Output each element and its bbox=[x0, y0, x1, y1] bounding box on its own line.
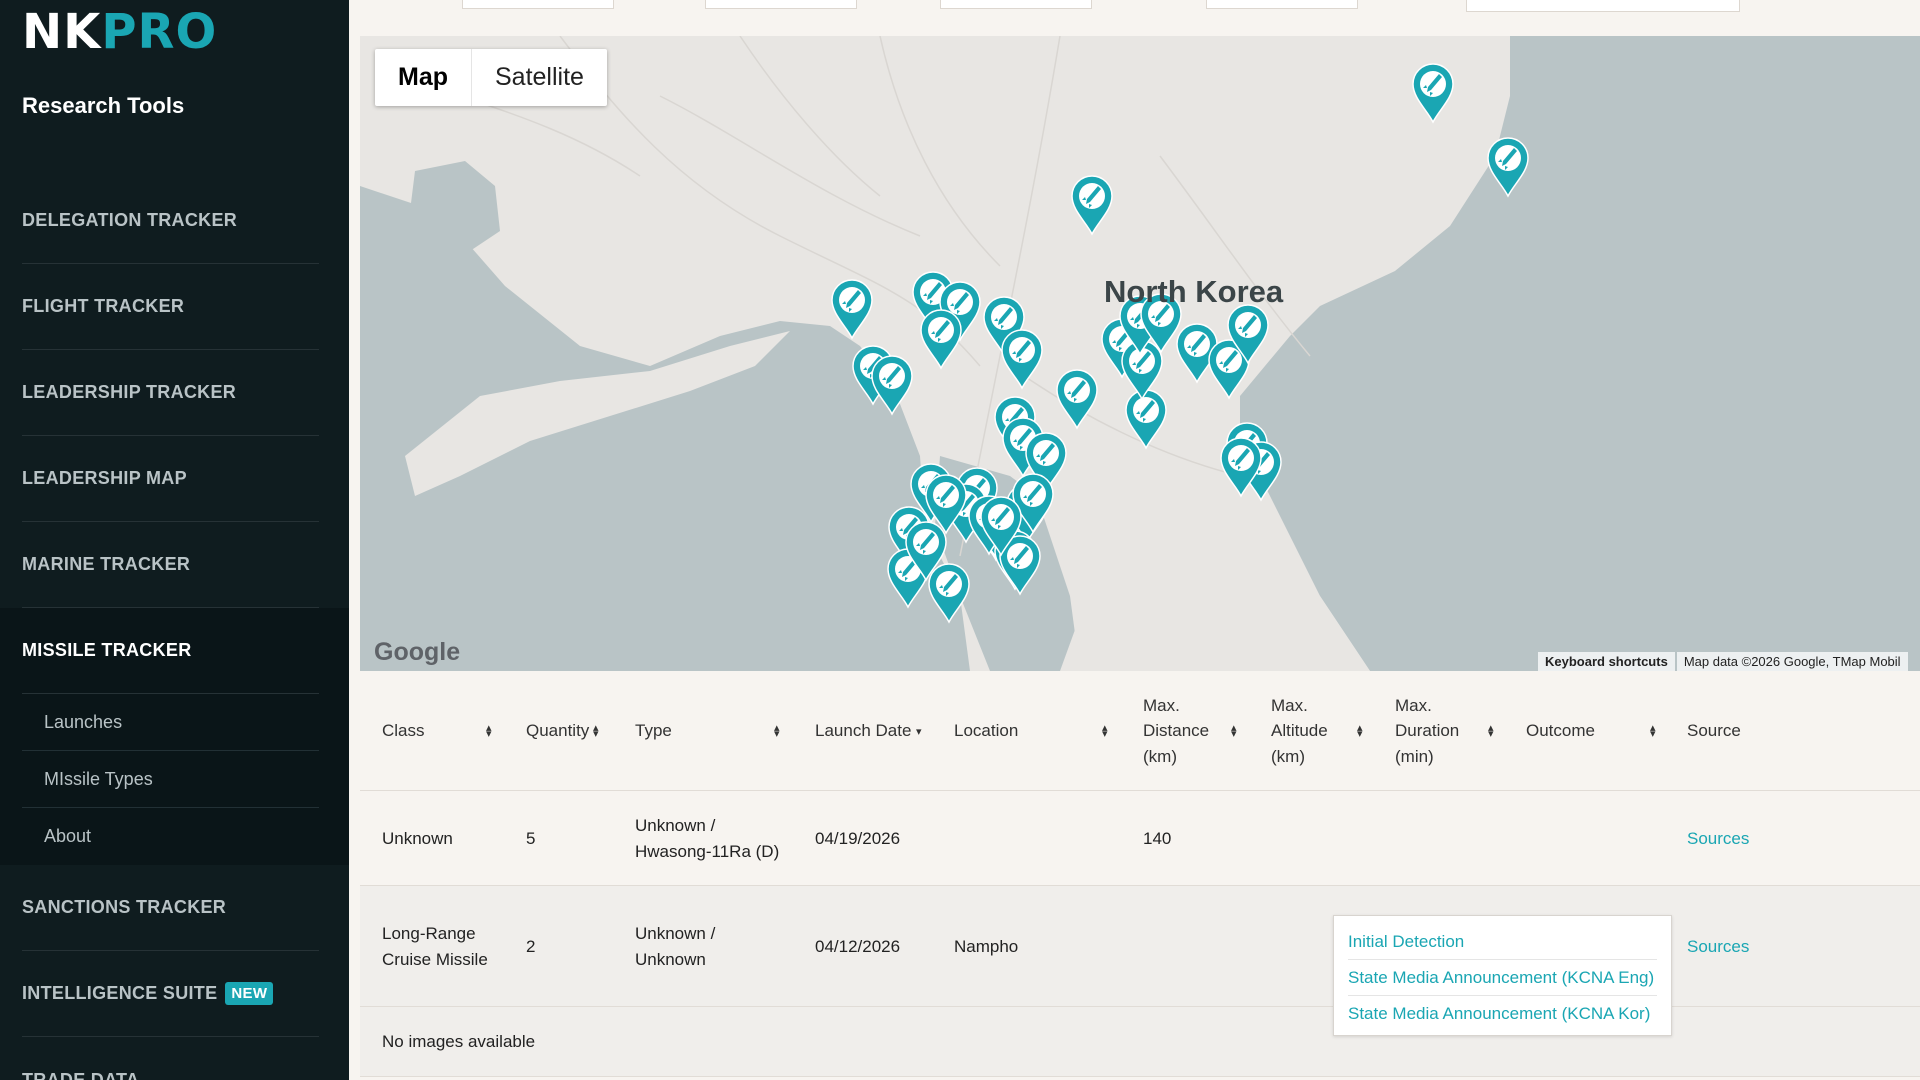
map-type-toggle: Map Satellite bbox=[375, 49, 607, 106]
sort-icon[interactable]: ▴ ▾ bbox=[1231, 723, 1237, 740]
missile-launch-marker[interactable] bbox=[928, 563, 970, 624]
sidebar-submenu: Launches MIssile Types About bbox=[22, 694, 319, 865]
sidebar-subitem-about[interactable]: About bbox=[22, 808, 319, 865]
cell-type: Unknown / Unknown bbox=[635, 924, 716, 969]
missile-launch-marker[interactable] bbox=[831, 279, 873, 340]
table-header: Class ▴ ▾ Quantity ▴ ▾ Type ▴ ▾ Launch Date ▾ L… bbox=[360, 671, 1920, 791]
column-header-type[interactable]: Type ▴ ▾ bbox=[635, 671, 785, 791]
sources-popup: Initial Detection State Media Announceme… bbox=[1333, 915, 1672, 1036]
sidebar-item-missile-tracker[interactable]: MISSILE TRACKER bbox=[22, 608, 319, 694]
sort-icon[interactable]: ▴ ▾ bbox=[593, 723, 599, 740]
missile-launch-marker[interactable] bbox=[920, 309, 962, 370]
launches-table: Class ▴ ▾ Quantity ▴ ▾ Type ▴ ▾ Launch Date ▾ L… bbox=[360, 671, 1920, 1077]
missile-launch-marker[interactable] bbox=[1412, 63, 1454, 124]
column-header-class[interactable]: Class ▴ ▾ bbox=[382, 671, 492, 791]
filter-box[interactable] bbox=[1206, 0, 1358, 9]
column-header-max-duration[interactable]: Max. Duration (min) ▴ ▾ bbox=[1395, 671, 1494, 791]
sidebar-subitem-missile-types[interactable]: MIssile Types bbox=[22, 751, 319, 808]
cell-quantity: 5 bbox=[526, 828, 536, 848]
sidebar-item-marine-tracker[interactable]: MARINE TRACKER bbox=[22, 522, 319, 608]
sidebar-item-intelligence-suite[interactable]: INTELLIGENCE SUITE NEW bbox=[22, 951, 319, 1037]
column-header-launch-date[interactable]: Launch Date ▾ bbox=[815, 671, 930, 791]
source-link-kcna-eng[interactable]: State Media Announcement (KCNA Eng) bbox=[1348, 960, 1657, 996]
filter-box[interactable] bbox=[705, 0, 857, 9]
map-data-credit: Map data ©2026 Google, TMap Mobil bbox=[1676, 652, 1908, 671]
missile-launch-marker[interactable] bbox=[1487, 137, 1529, 198]
source-link-kcna-kor[interactable]: State Media Announcement (KCNA Kor) bbox=[1348, 996, 1657, 1032]
new-badge: NEW bbox=[225, 982, 274, 1005]
column-header-quantity[interactable]: Quantity ▴ ▾ bbox=[526, 671, 616, 791]
sidebar-subtitle: Research Tools bbox=[22, 93, 185, 118]
missile-launch-marker[interactable] bbox=[871, 355, 913, 416]
nkpro-logo[interactable]: NKPRO bbox=[22, 8, 217, 56]
cell-location: Nampho bbox=[954, 936, 1019, 956]
missile-launch-marker[interactable] bbox=[1125, 389, 1167, 450]
missile-launch-marker[interactable] bbox=[1056, 369, 1098, 430]
source-link-initial-detection[interactable]: Initial Detection bbox=[1348, 924, 1657, 960]
table-row[interactable]: Unknown 5 Unknown / Hwasong-11Ra (D) 04/… bbox=[360, 791, 1920, 886]
cell-launch-date: 04/19/2026 bbox=[815, 828, 901, 848]
cell-max-distance: 140 bbox=[1143, 828, 1172, 848]
sources-link[interactable]: Sources bbox=[1687, 886, 1749, 1007]
sidebar-item-label: INTELLIGENCE SUITE bbox=[22, 983, 218, 1003]
column-header-max-altitude[interactable]: Max. Altitude (km) ▴ ▾ bbox=[1271, 671, 1363, 791]
sidebar-item-trade-data[interactable]: TRADE DATA bbox=[22, 1037, 319, 1080]
missile-markers bbox=[831, 63, 1529, 624]
map-attribution: Keyboard shortcuts Map data ©2026 Google… bbox=[1538, 652, 1908, 671]
table-row[interactable]: Long-Range Cruise Missile 2 Unknown / Un… bbox=[360, 886, 1920, 1007]
cell-class: Long-Range Cruise Missile bbox=[382, 924, 488, 969]
column-header-max-distance[interactable]: Max. Distance (km) ▴ ▾ bbox=[1143, 671, 1237, 791]
sort-icon[interactable]: ▴ ▾ bbox=[1488, 723, 1494, 740]
sidebar-item-delegation-tracker[interactable]: DELEGATION TRACKER bbox=[22, 178, 319, 264]
sidebar-item-leadership-map[interactable]: LEADERSHIP MAP bbox=[22, 436, 319, 522]
country-label: North Korea bbox=[1104, 274, 1284, 309]
launch-map[interactable]: Map Satellite North Korea Google Keyboar… bbox=[360, 36, 1920, 671]
sources-link[interactable]: Sources bbox=[1687, 791, 1749, 886]
missile-launch-marker[interactable] bbox=[1071, 175, 1113, 236]
map-type-satellite-button[interactable]: Satellite bbox=[472, 49, 607, 106]
cell-quantity: 2 bbox=[526, 936, 536, 956]
filter-bar bbox=[349, 0, 1920, 36]
map-type-map-button[interactable]: Map bbox=[375, 49, 472, 106]
keyboard-shortcuts-link[interactable]: Keyboard shortcuts bbox=[1538, 652, 1675, 671]
sidebar-item-leadership-tracker[interactable]: LEADERSHIP TRACKER bbox=[22, 350, 319, 436]
missile-launch-marker[interactable] bbox=[1001, 329, 1043, 390]
sidebar-active-section: MISSILE TRACKER Launches MIssile Types A… bbox=[0, 608, 349, 865]
row-detail: No images available bbox=[360, 1007, 1920, 1077]
column-header-outcome[interactable]: Outcome ▴ ▾ bbox=[1526, 671, 1656, 791]
sidebar-nav: DELEGATION TRACKER FLIGHT TRACKER LEADER… bbox=[0, 178, 349, 1080]
sidebar-item-sanctions-tracker[interactable]: SANCTIONS TRACKER bbox=[22, 865, 319, 951]
cell-type: Unknown / Hwasong-11Ra (D) bbox=[635, 816, 780, 861]
sort-desc-icon[interactable]: ▾ bbox=[916, 727, 922, 738]
cell-class: Unknown bbox=[382, 828, 453, 848]
sort-icon[interactable]: ▴ ▾ bbox=[774, 723, 780, 740]
column-header-location[interactable]: Location ▴ ▾ bbox=[954, 671, 1114, 791]
cell-launch-date: 04/12/2026 bbox=[815, 936, 901, 956]
sidebar-item-flight-tracker[interactable]: FLIGHT TRACKER bbox=[22, 264, 319, 350]
sort-icon[interactable]: ▴ ▾ bbox=[1102, 723, 1108, 740]
filter-box[interactable] bbox=[1466, 0, 1740, 12]
sort-icon[interactable]: ▴ ▾ bbox=[486, 723, 492, 740]
sidebar-subitem-launches[interactable]: Launches bbox=[22, 694, 319, 751]
sidebar: NKPRO Research Tools DELEGATION TRACKER … bbox=[0, 0, 349, 1080]
sort-icon[interactable]: ▴ ▾ bbox=[1650, 723, 1656, 740]
no-images-text: No images available bbox=[382, 1032, 536, 1052]
filter-box[interactable] bbox=[462, 0, 614, 9]
filter-box[interactable] bbox=[940, 0, 1092, 9]
sort-icon[interactable]: ▴ ▾ bbox=[1357, 723, 1363, 740]
column-header-source: Source bbox=[1687, 721, 1741, 741]
google-logo: Google bbox=[374, 638, 461, 666]
